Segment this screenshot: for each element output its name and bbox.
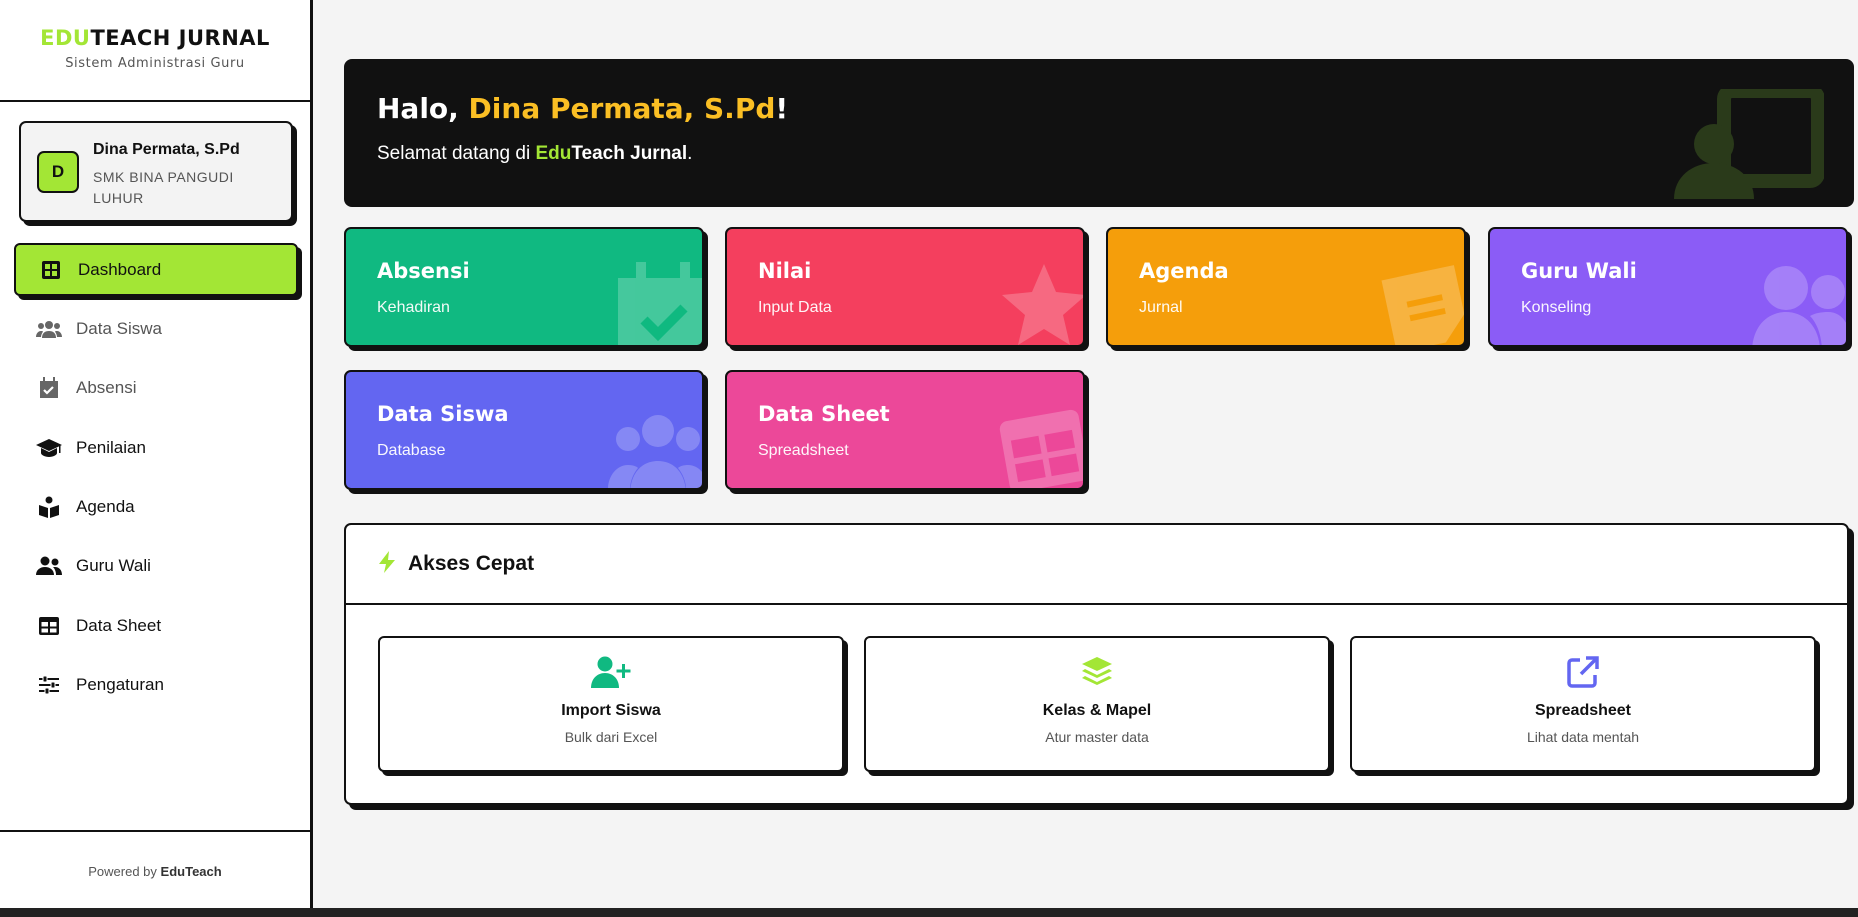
- brand: EDUTEACH JURNAL Sistem Administrasi Guru: [0, 0, 310, 102]
- quick-item-title: Spreadsheet: [1534, 702, 1632, 719]
- sidebar-item-label: Penilaian: [76, 437, 146, 457]
- card-title: Agenda: [1139, 259, 1229, 283]
- sidebar-item-label: Pengaturan: [76, 675, 164, 695]
- welcome-text: Selamat datang di EduTeach Jurnal.: [377, 143, 692, 165]
- quick-item-subtitle: Atur master data: [1045, 729, 1149, 745]
- external-link-icon: [1352, 656, 1814, 690]
- sidebar-item-label: Data Sheet: [76, 615, 162, 635]
- quick-access-title: Akses Cepat: [408, 552, 535, 575]
- sidebar-item-penilaian[interactable]: Penilaian: [14, 421, 298, 474]
- bottom-bar: [0, 908, 1858, 917]
- graduation-cap-icon: [36, 437, 62, 459]
- book-reader-icon: [36, 496, 62, 519]
- quick-item-title: Import Siswa: [561, 702, 661, 719]
- card-title: Data Sheet: [758, 402, 890, 426]
- sidebar-item-label: Absensi: [76, 378, 137, 398]
- brand-accent: EDU: [40, 26, 91, 50]
- footer-prefix: Powered by: [88, 864, 157, 879]
- layers-icon: [866, 656, 1328, 690]
- card-title: Absensi: [377, 259, 470, 283]
- note-icon: [1380, 262, 1464, 345]
- sidebar-item-label: Guru Wali: [76, 556, 151, 576]
- sidebar-item-label: Data Siswa: [76, 318, 162, 338]
- quick-access-panel: Akses Cepat Import Siswa Bulk dari Excel…: [344, 523, 1849, 805]
- welcome-edu: Edu: [535, 143, 572, 164]
- quick-access-header: Akses Cepat: [346, 525, 1847, 605]
- card-subtitle: Konseling: [1521, 299, 1592, 316]
- calendar-check-icon: [36, 377, 62, 399]
- welcome-suffix: .: [687, 143, 693, 164]
- greeting-suffix: !: [775, 92, 789, 125]
- sidebar-item-data-siswa[interactable]: Data Siswa: [14, 302, 298, 355]
- star-icon: [999, 262, 1083, 345]
- greeting-name: Dina Permata, S.Pd: [468, 92, 776, 125]
- quick-spreadsheet[interactable]: Spreadsheet Lihat data mentah: [1350, 636, 1816, 772]
- card-guru-wali[interactable]: Guru Wali Konseling: [1488, 227, 1848, 347]
- card-subtitle: Kehadiran: [377, 299, 450, 316]
- brand-title[interactable]: EDUTEACH JURNAL: [0, 26, 310, 50]
- sidebar-footer: Powered by EduTeach: [0, 830, 310, 908]
- user-plus-icon: [380, 656, 842, 690]
- grid-icon: [38, 259, 64, 281]
- sliders-icon: [36, 674, 62, 696]
- table-icon: [36, 615, 62, 637]
- card-subtitle: Spreadsheet: [758, 442, 849, 459]
- sidebar-nav: Dashboard Data Siswa Absensi Penilaian A…: [14, 243, 298, 718]
- card-data-sheet[interactable]: Data Sheet Spreadsheet: [725, 370, 1085, 490]
- calendar-check-icon: [618, 262, 702, 345]
- sidebar-item-absensi[interactable]: Absensi: [14, 362, 298, 415]
- quick-item-subtitle: Lihat data mentah: [1526, 729, 1640, 745]
- quick-kelas-mapel[interactable]: Kelas & Mapel Atur master data: [864, 636, 1330, 772]
- quick-item-title: Kelas & Mapel: [1042, 702, 1152, 719]
- footer-brand: EduTeach: [160, 864, 222, 879]
- brand-subtitle: Sistem Administrasi Guru: [65, 56, 245, 71]
- greeting-prefix: Halo,: [377, 92, 469, 125]
- quick-item-subtitle: Bulk dari Excel: [564, 729, 658, 745]
- card-data-siswa[interactable]: Data Siswa Database: [344, 370, 704, 490]
- avatar: D: [37, 151, 79, 193]
- user-group-icon: [1752, 262, 1846, 345]
- sidebar-item-label: Agenda: [76, 497, 135, 517]
- brand-rest: TEACH JURNAL: [90, 26, 270, 50]
- card-subtitle: Input Data: [758, 299, 832, 316]
- sidebar: EDUTEACH JURNAL Sistem Administrasi Guru…: [0, 0, 313, 908]
- chalkboard-teacher-icon: [1674, 84, 1825, 204]
- card-nilai[interactable]: Nilai Input Data: [725, 227, 1085, 347]
- user-group-icon: [36, 555, 62, 577]
- profile-school: SMK BINA PANGUDI LUHUR: [93, 169, 234, 206]
- sidebar-item-data-sheet[interactable]: Data Sheet: [14, 599, 298, 652]
- card-title: Guru Wali: [1521, 259, 1637, 283]
- card-subtitle: Jurnal: [1139, 299, 1183, 316]
- bolt-icon: [378, 550, 396, 578]
- sidebar-item-pengaturan[interactable]: Pengaturan: [14, 659, 298, 712]
- welcome-banner: Halo, Dina Permata, S.Pd! Selamat datang…: [344, 59, 1854, 207]
- greeting: Halo, Dina Permata, S.Pd!: [377, 92, 788, 125]
- card-title: Data Siswa: [377, 402, 509, 426]
- card-agenda[interactable]: Agenda Jurnal: [1106, 227, 1466, 347]
- sidebar-item-label: Dashboard: [78, 259, 162, 279]
- card-title: Nilai: [758, 259, 812, 283]
- users-icon: [36, 318, 62, 340]
- card-subtitle: Database: [377, 442, 446, 459]
- sidebar-item-dashboard[interactable]: Dashboard: [14, 243, 298, 296]
- sidebar-item-agenda[interactable]: Agenda: [14, 481, 298, 534]
- profile-name: Dina Permata, S.Pd: [93, 141, 240, 158]
- quick-import-siswa[interactable]: Import Siswa Bulk dari Excel: [378, 636, 844, 772]
- users-icon: [608, 405, 702, 488]
- table-icon: [999, 405, 1083, 488]
- card-absensi[interactable]: Absensi Kehadiran: [344, 227, 704, 347]
- sidebar-item-guru-wali[interactable]: Guru Wali: [14, 540, 298, 593]
- welcome-prefix: Selamat datang di: [377, 143, 536, 164]
- profile-card[interactable]: D Dina Permata, S.Pd SMK BINA PANGUDI LU…: [19, 121, 293, 222]
- welcome-teach: Teach Jurnal: [571, 143, 688, 164]
